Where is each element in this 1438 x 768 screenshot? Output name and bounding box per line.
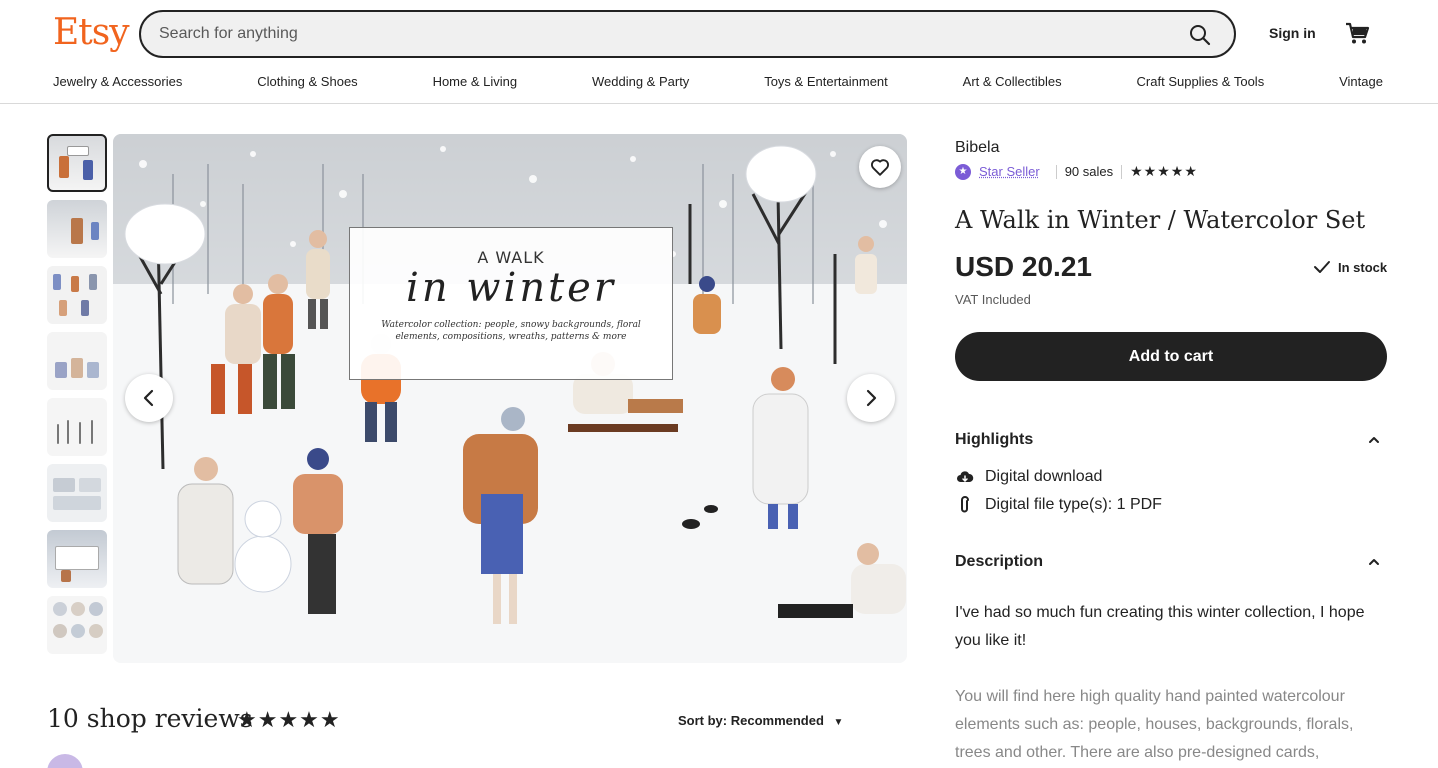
rating-stars[interactable]: ★★★★★ — [1130, 163, 1198, 180]
category-nav: Jewelry & Accessories Clothing & Shoes H… — [53, 74, 1383, 89]
highlights-toggle[interactable]: Highlights — [955, 431, 1387, 449]
thumbnail-6[interactable] — [47, 464, 107, 522]
category-vintage[interactable]: Vintage — [1339, 74, 1383, 89]
heart-icon — [871, 159, 889, 176]
check-icon — [1314, 261, 1330, 273]
stock-status: In stock — [1313, 258, 1387, 276]
chevron-up-icon — [1369, 559, 1379, 565]
winter-illustration — [113, 134, 907, 663]
thumbnail-2[interactable] — [47, 200, 107, 258]
search-input[interactable] — [159, 22, 1159, 46]
search-icon[interactable] — [1188, 23, 1212, 47]
shop-name-link[interactable]: Bibela — [955, 139, 999, 157]
thumbnail-strip — [47, 134, 108, 662]
seller-info: ★ Star Seller 90 sales ★★★★★ — [955, 163, 1198, 180]
cart-icon[interactable] — [1344, 20, 1370, 46]
category-clothing[interactable]: Clothing & Shoes — [257, 74, 357, 89]
thumbnail-4[interactable] — [47, 332, 107, 390]
thumbnail-7[interactable] — [47, 530, 107, 588]
product-price: USD 20.21 — [955, 251, 1092, 282]
sort-label: Sort by: Recommended — [678, 713, 824, 728]
paperclip-icon — [955, 496, 975, 514]
divider — [1121, 164, 1123, 179]
vat-note: VAT Included — [955, 292, 1031, 307]
thumbnail-1[interactable] — [47, 134, 107, 192]
search-bar[interactable] — [139, 10, 1236, 58]
reviews-rating-stars: ★★★★★ — [237, 707, 341, 732]
chevron-up-icon — [1369, 437, 1379, 443]
stock-label: In stock — [1338, 259, 1388, 275]
product-main-image[interactable]: A WALK in winter Watercolor collection: … — [113, 134, 907, 663]
site-header: Etsy Sign in Jewelry & Accessories Cloth… — [0, 0, 1438, 104]
chevron-left-icon — [143, 389, 154, 407]
highlight-label: Digital download — [985, 468, 1103, 485]
category-art[interactable]: Art & Collectibles — [963, 74, 1062, 89]
category-jewelry[interactable]: Jewelry & Accessories — [53, 74, 182, 89]
highlight-label: Digital file type(s): 1 PDF — [985, 496, 1162, 513]
highlights-heading: Highlights — [955, 431, 1034, 448]
highlight-file-type: Digital file type(s): 1 PDF — [955, 496, 1162, 514]
caret-down-icon: ▼ — [833, 717, 844, 728]
next-image-button[interactable] — [847, 374, 895, 422]
thumbnail-5[interactable] — [47, 398, 107, 456]
add-to-cart-button[interactable]: Add to cart — [955, 332, 1387, 381]
star-seller-link[interactable]: Star Seller — [979, 164, 1040, 179]
image-caption: Watercolor collection: people, snowy bac… — [381, 320, 641, 342]
image-title-script: in winter — [406, 265, 616, 311]
thumbnail-3[interactable] — [47, 266, 107, 324]
category-toys[interactable]: Toys & Entertainment — [764, 74, 888, 89]
cloud-download-icon — [955, 469, 975, 485]
star-seller-icon: ★ — [955, 163, 971, 180]
description-paragraph-1: I've had so much fun creating this winte… — [955, 604, 1365, 649]
favorite-button[interactable] — [859, 146, 901, 188]
divider — [1055, 164, 1057, 179]
sort-dropdown[interactable]: Sort by: Recommended ▼ — [678, 713, 843, 728]
description-toggle[interactable]: Description — [955, 553, 1387, 571]
prev-image-button[interactable] — [125, 374, 173, 422]
description-heading: Description — [955, 553, 1044, 570]
thumbnail-8[interactable] — [47, 596, 107, 654]
category-craft[interactable]: Craft Supplies & Tools — [1137, 74, 1265, 89]
chevron-right-icon — [866, 389, 877, 407]
highlight-digital-download: Digital download — [955, 468, 1102, 486]
category-home[interactable]: Home & Living — [433, 74, 518, 89]
etsy-logo[interactable]: Etsy — [53, 12, 130, 53]
reviews-title: 10 shop reviews — [47, 704, 253, 733]
reviewer-avatar — [47, 754, 83, 768]
image-title-card: A WALK in winter Watercolor collection: … — [349, 227, 673, 380]
description-paragraph-2: You will find here high quality hand pai… — [955, 688, 1354, 761]
sales-count: 90 sales — [1064, 164, 1114, 179]
product-title: A Walk in Winter / Watercolor Set — [955, 206, 1366, 234]
sign-in-link[interactable]: Sign in — [1269, 25, 1316, 41]
category-wedding[interactable]: Wedding & Party — [592, 74, 689, 89]
